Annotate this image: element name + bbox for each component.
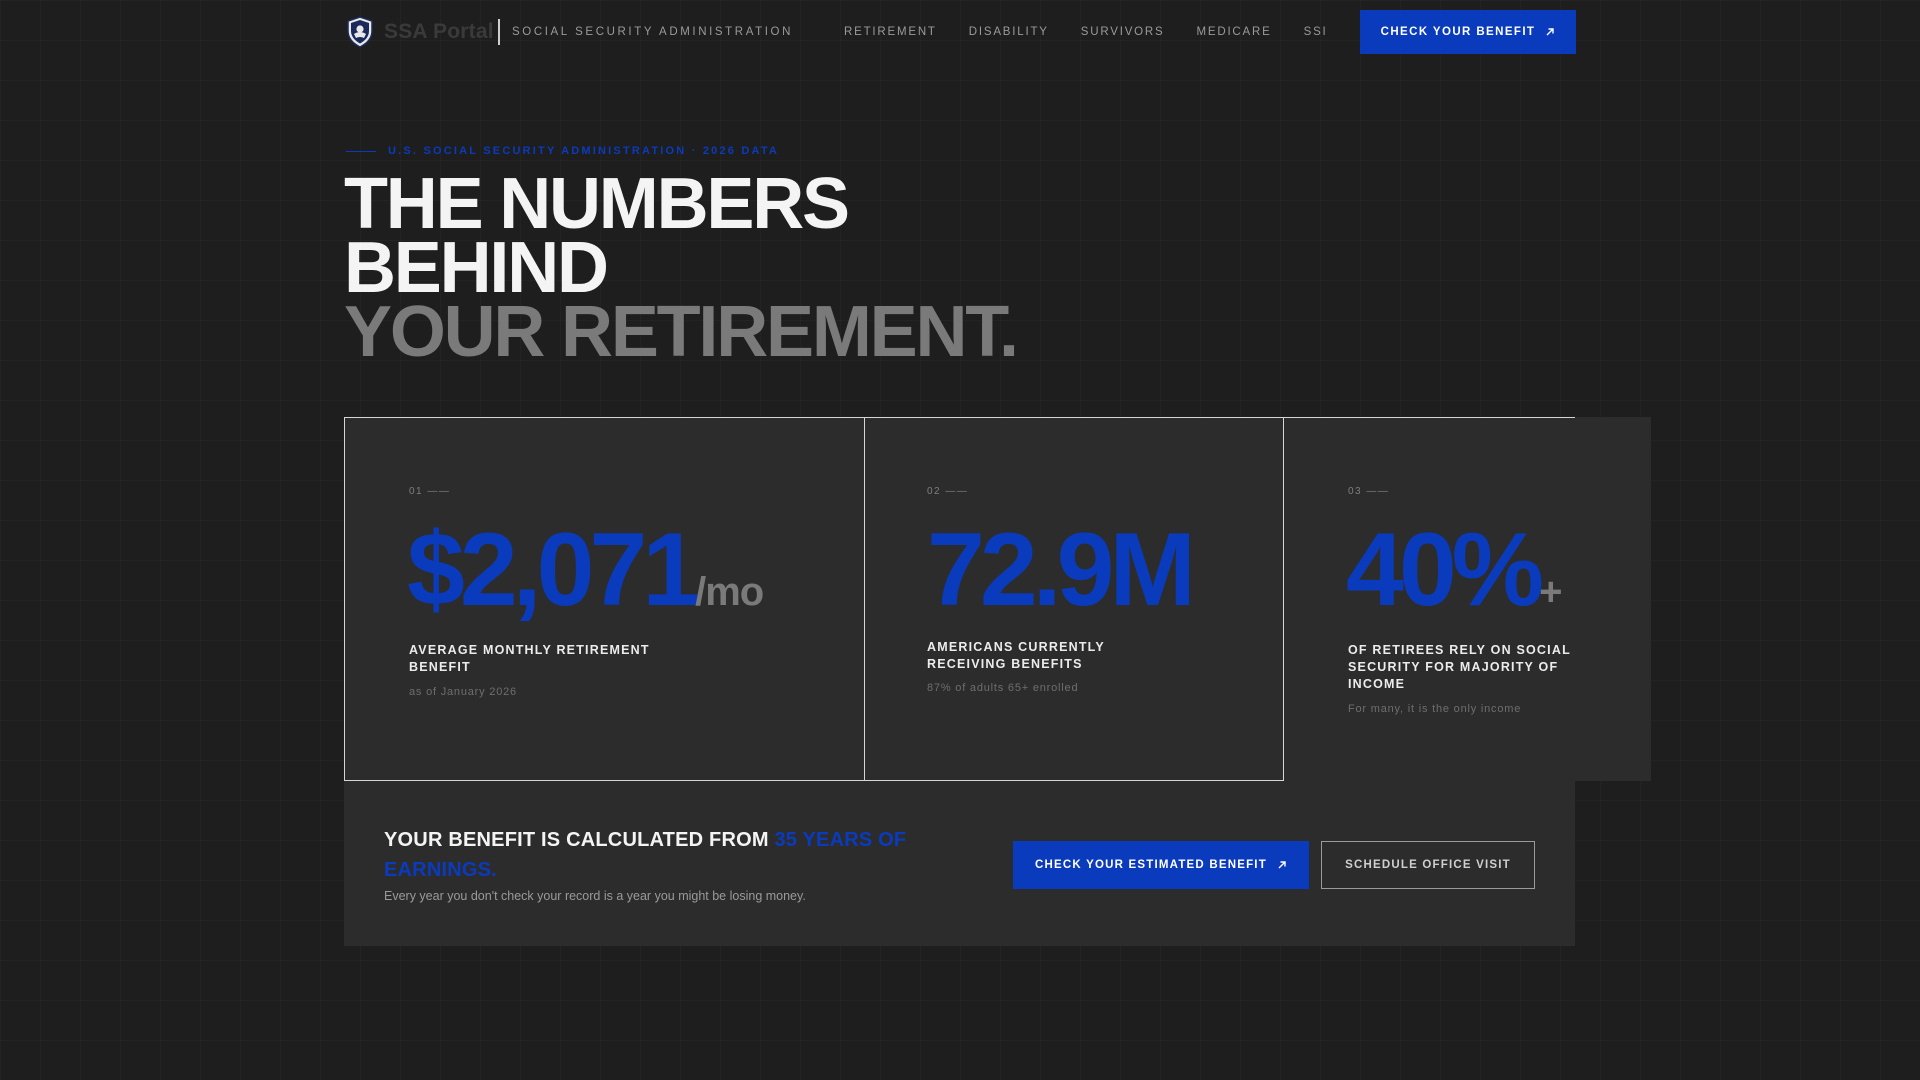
nav-retirement[interactable]: RETIREMENT (844, 26, 937, 38)
brand-divider (498, 19, 500, 45)
stat-value: $2,071/mo (407, 518, 764, 622)
stat-index: 03 —— (1348, 486, 1390, 497)
schedule-office-visit-button[interactable]: SCHEDULE OFFICE VISIT (1321, 841, 1535, 889)
stat-value: 72.9M (927, 518, 1196, 622)
stat-label-line2: SECURITY FOR MAJORITY OF (1348, 660, 1559, 674)
cta-headline-text: YOUR BENEFIT IS CALCULATED FROM (384, 829, 775, 851)
stat-label: AMERICANS CURRENTLY RECEIVING BENEFITS (927, 639, 1105, 673)
cta-headline: YOUR BENEFIT IS CALCULATED FROM 35 YEARS… (384, 825, 974, 885)
main-nav: RETIREMENT DISABILITY SURVIVORS MEDICARE… (844, 26, 1360, 38)
stat-label-line1: AVERAGE MONTHLY RETIREMENT (409, 643, 650, 657)
hero-eyebrow: U.S. SOCIAL SECURITY ADMINISTRATION · 20… (346, 145, 779, 157)
nav-survivors[interactable]: SURVIVORS (1081, 26, 1165, 38)
benefit-cta-panel: YOUR BENEFIT IS CALCULATED FROM 35 YEARS… (344, 781, 1575, 946)
cta-subtext: Every year you don't check your record i… (384, 889, 806, 903)
stat-value: 40%+ (1346, 518, 1563, 622)
eyebrow-text: U.S. SOCIAL SECURITY ADMINISTRATION · 20… (388, 145, 780, 157)
check-benefit-button[interactable]: CHECK YOUR BENEFIT (1360, 10, 1576, 54)
stat-label: AVERAGE MONTHLY RETIREMENT BENEFIT (409, 642, 650, 676)
nav-medicare[interactable]: MEDICARE (1196, 26, 1271, 38)
check-estimated-benefit-button[interactable]: CHECK YOUR ESTIMATED BENEFIT (1013, 841, 1309, 889)
stat-label-line1: OF RETIREES RELY ON SOCIAL (1348, 643, 1571, 657)
stat-card-1: 01 —— $2,071/mo AVERAGE MONTHLY RETIREME… (344, 417, 865, 781)
brand-name[interactable]: SSA Portal (384, 20, 494, 44)
stat-card-3: 03 —— 40%+ OF RETIREES RELY ON SOCIAL SE… (1284, 417, 1651, 781)
hero-title-line2: BEHIND (344, 228, 609, 308)
stat-index: 02 —— (927, 486, 969, 497)
arrow-up-right-icon (1546, 28, 1555, 36)
stat-label: OF RETIREES RELY ON SOCIAL SECURITY FOR … (1348, 642, 1571, 693)
stat-label-line1: AMERICANS CURRENTLY (927, 640, 1105, 654)
nav-ssi[interactable]: SSI (1304, 26, 1328, 38)
stat-value-number: 72.9M (927, 512, 1196, 628)
stat-value-suffix: + (1539, 570, 1562, 614)
stat-sub: 87% of adults 65+ enrolled (927, 682, 1079, 694)
nav-disability[interactable]: DISABILITY (969, 26, 1049, 38)
hero-title-line1: THE NUMBERS (344, 164, 850, 244)
stat-sub: For many, it is the only income (1348, 703, 1522, 715)
stats-grid: 01 —— $2,071/mo AVERAGE MONTHLY RETIREME… (344, 417, 1651, 781)
stat-label-line2: RECEIVING BENEFITS (927, 657, 1083, 671)
stat-value-suffix: /mo (695, 570, 764, 614)
stat-index: 01 —— (409, 486, 451, 497)
site-header: SSA Portal SOCIAL SECURITY ADMINISTRATIO… (0, 0, 1920, 64)
stat-value-number: $2,071 (407, 512, 700, 628)
eyebrow-line (346, 150, 376, 152)
hero-title-line3: YOUR RETIREMENT. (344, 292, 1019, 372)
arrow-up-right-icon (1278, 861, 1286, 869)
hero-title: THE NUMBERS BEHIND YOUR RETIREMENT. (344, 164, 1019, 372)
stat-card-2: 02 —— 72.9M AMERICANS CURRENTLY RECEIVIN… (865, 417, 1284, 781)
stat-value-number: 40% (1346, 512, 1544, 628)
check-estimated-benefit-label: CHECK YOUR ESTIMATED BENEFIT (1035, 859, 1267, 871)
agency-name: SOCIAL SECURITY ADMINISTRATION (512, 26, 793, 38)
stat-label-line2: BENEFIT (409, 660, 471, 674)
stat-label-line3: INCOME (1348, 677, 1406, 691)
check-benefit-label: CHECK YOUR BENEFIT (1380, 26, 1536, 38)
shield-eagle-icon[interactable] (346, 16, 374, 48)
stat-sub: as of January 2026 (409, 686, 517, 698)
